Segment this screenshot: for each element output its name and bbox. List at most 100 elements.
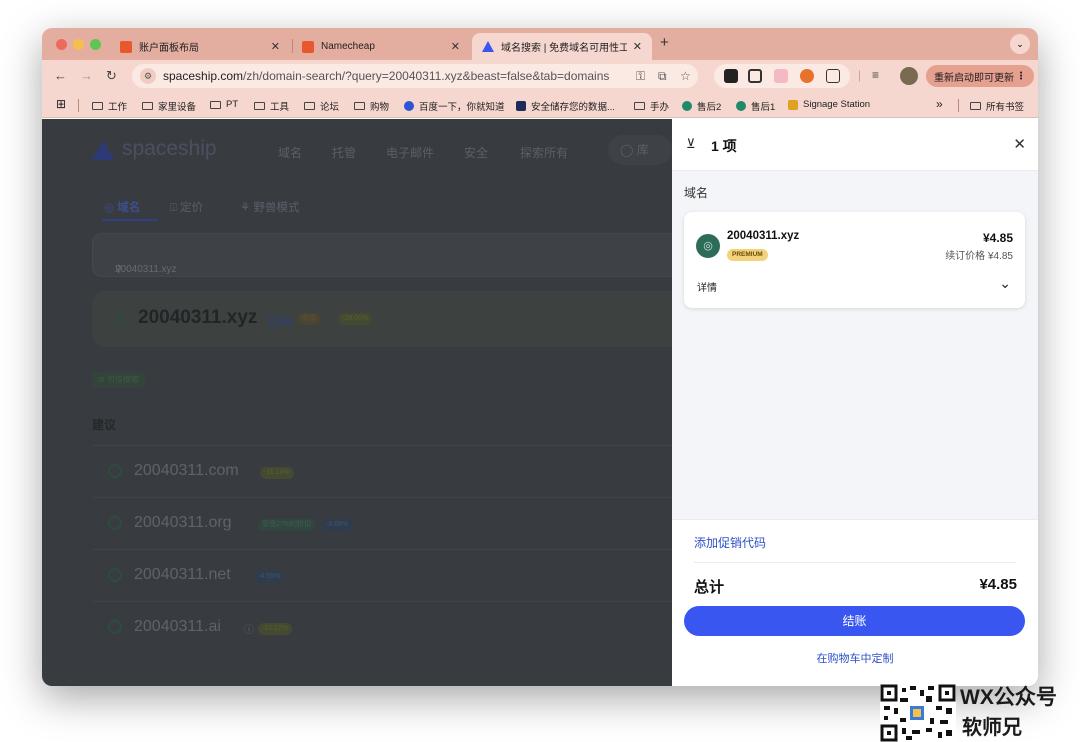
tab-domain-search[interactable]: 域名搜索 | 免费域名可用性工具 ✕ (472, 33, 652, 60)
tab-account-panel[interactable]: 账户面板布局 ✕ (110, 33, 290, 60)
suggestion-row[interactable]: 20040311.com -11.14% (92, 445, 672, 497)
bookmark-divider (958, 99, 959, 112)
bookmark-star-icon[interactable]: ☆ (680, 69, 691, 83)
domain-search-input[interactable]: ⚲ 20040311.xyz (92, 233, 692, 277)
result-domain: 20040311.xyz (138, 307, 258, 328)
bookmark-folder-home-devices[interactable]: 家里设备 (142, 99, 196, 113)
close-tab-icon[interactable]: ✕ (451, 40, 460, 53)
apps-grid-icon[interactable]: ⊞ (56, 97, 66, 111)
nav-security[interactable]: 安全 (464, 144, 488, 161)
storage-icon (516, 101, 526, 111)
bookmark-label: 手办 (650, 102, 670, 113)
premium-badge: PREMIUM (727, 249, 768, 261)
service-icon (682, 101, 692, 111)
beast-icon: ⚘ (240, 202, 254, 214)
subtab-label: 野兽模式 (253, 202, 300, 214)
folder-icon (634, 102, 645, 110)
subtab-domains[interactable]: ◎ 域名 (104, 199, 140, 215)
extensions-puzzle-icon[interactable] (826, 69, 840, 83)
bookmark-baidu[interactable]: 百度一下，你就知道 (404, 99, 505, 113)
close-tab-icon[interactable]: ✕ (271, 40, 280, 53)
cart-added-icon[interactable]: ⊻ (112, 308, 125, 329)
extension-2-icon[interactable] (748, 69, 762, 83)
subtab-pricing[interactable]: ⌹ 定价 (170, 199, 203, 215)
bookmark-label: 论坛 (320, 102, 340, 113)
folder-icon (92, 102, 103, 110)
reload-icon[interactable]: ↻ (106, 68, 117, 84)
subtab-beast-mode[interactable]: ⚘ 野兽模式 (240, 199, 300, 215)
relaunch-update-button[interactable]: 重新启动即可更新 ⋮ (926, 65, 1034, 87)
bookmark-folder-tools[interactable]: 工具 (254, 99, 289, 113)
profile-avatar[interactable] (900, 67, 918, 85)
details-toggle[interactable]: 详情 (697, 279, 717, 294)
password-key-icon[interactable]: ⚿ (636, 69, 645, 84)
tab-title: Namecheap (321, 41, 375, 52)
close-icon[interactable]: ✕ (1013, 135, 1026, 153)
suggestion-row[interactable]: 20040311.org 享受27%的折扣 -6.68% (92, 497, 672, 549)
watermark-line-2: 软师兄 (962, 717, 1022, 739)
back-icon[interactable]: ← (54, 68, 67, 83)
bookmark-secure-storage[interactable]: 安全储存您的数据... (516, 99, 615, 113)
cart-item-renewal: 续订价格 ¥4.85 (945, 251, 1013, 262)
new-tab-button[interactable]: + (660, 34, 669, 51)
bookmark-folder-pt[interactable]: PT (210, 99, 238, 110)
bookmark-folder-shopping[interactable]: 购物 (354, 99, 389, 113)
bookmarks-overflow-icon[interactable]: » (936, 97, 943, 111)
domain-status-icon (108, 464, 122, 478)
extension-4-icon[interactable] (800, 69, 814, 83)
bookmark-after-sales-1[interactable]: 售后1 (736, 99, 775, 113)
trusted-search-label: 可信搜索 (106, 375, 139, 384)
bookmark-after-sales-2[interactable]: 售后2 (682, 99, 721, 113)
bookmark-folder-forum[interactable]: 论坛 (304, 99, 339, 113)
forward-icon[interactable]: → (80, 68, 93, 83)
nav-email[interactable]: 电子邮件 (386, 144, 434, 161)
tab-namecheap[interactable]: Namecheap ✕ (292, 33, 470, 60)
address-bar[interactable]: ⚙ spaceship.com/zh/domain-search/?query=… (132, 64, 698, 88)
cart-item-card: ◎ 20040311.xyz PREMIUM ¥4.85 续订价格 ¥4.85 … (684, 212, 1025, 308)
folder-icon (142, 102, 153, 110)
extension-1-icon[interactable] (724, 69, 738, 83)
suggestion-domain: 20040311.org (134, 514, 232, 531)
suggestion-row[interactable]: 20040311.net -4.55% (92, 549, 672, 601)
bookmark-label: Signage Station (803, 99, 871, 110)
folder-icon (354, 102, 365, 110)
customize-in-cart-link[interactable]: 在购物车中定制 (672, 650, 1038, 666)
site-logo[interactable]: spaceship (122, 137, 217, 161)
suggestion-row[interactable]: 20040311.ai ⓘ -21.22% (92, 601, 672, 653)
bookmark-folder-work[interactable]: 工作 (92, 99, 127, 113)
url-text: spaceship.com/zh/domain-search/?query=20… (163, 69, 609, 83)
tab-search-chevron-icon[interactable]: ⌄ (1010, 34, 1030, 54)
nav-domains[interactable]: 域名 (278, 144, 302, 161)
all-bookmarks-folder[interactable]: 所有书签 (970, 99, 1024, 113)
search-value: 20040311.xyz (115, 264, 177, 275)
bookmark-label: 工作 (108, 102, 128, 113)
reading-list-icon[interactable]: ≡ (872, 68, 879, 82)
subtab-label: 定价 (180, 202, 204, 214)
close-window-button[interactable] (56, 39, 67, 50)
domain-status-icon (108, 516, 122, 530)
site-info-icon[interactable]: ⚙ (140, 68, 156, 84)
nav-library-button[interactable]: ◯ 库 (608, 135, 672, 165)
cart-title: 1 项 (711, 138, 737, 154)
translate-icon[interactable]: ⧉ (658, 69, 667, 84)
check-circle-icon: ⊘ (98, 375, 107, 384)
add-promo-code-link[interactable]: 添加促销代码 (694, 534, 766, 551)
zoom-window-button[interactable] (90, 39, 101, 50)
domain-icon: ◎ (104, 202, 118, 214)
bookmark-signage-station[interactable]: Signage Station (788, 99, 870, 110)
extension-3-icon[interactable] (774, 69, 788, 83)
close-tab-icon[interactable]: ✕ (633, 40, 642, 53)
info-icon[interactable]: ⓘ (244, 621, 254, 636)
search-result-card[interactable]: ⊻ 20040311.xyz 可用 高级 -28.00% (92, 291, 692, 347)
tab-strip: 账户面板布局 ✕ Namecheap ✕ 域名搜索 | 免费域名可用性工具 ✕ … (42, 28, 1038, 60)
result-discount-tag: -28.00% (338, 313, 373, 325)
nav-hosting[interactable]: 托管 (332, 144, 356, 161)
spaceship-icon (482, 41, 494, 52)
minimize-window-button[interactable] (73, 39, 84, 50)
chevron-down-icon[interactable]: ⌄ (999, 275, 1011, 292)
nav-explore-all[interactable]: 探索所有 (520, 144, 568, 161)
qr-code-icon (880, 684, 956, 742)
bookmark-folder-figures[interactable]: 手办 (634, 99, 669, 113)
checkout-button[interactable]: 结账 (684, 606, 1025, 636)
more-menu-icon[interactable]: ⋮ (1016, 71, 1026, 82)
